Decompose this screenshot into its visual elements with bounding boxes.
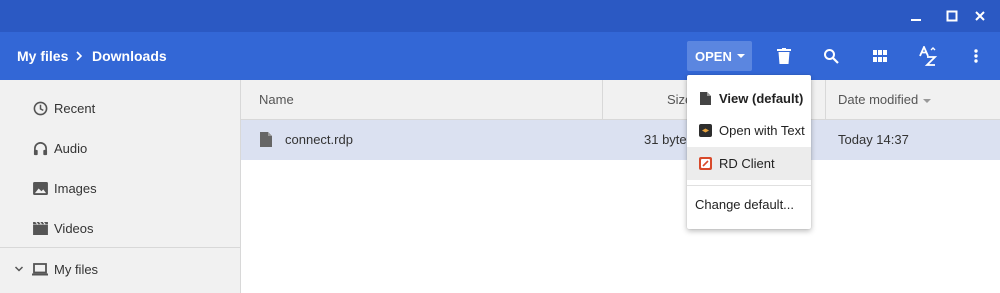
file-size: 31 bytes <box>644 132 694 147</box>
file-list: Name Size Date modified connect.rdp 31 b… <box>241 80 1000 293</box>
file-icon <box>260 132 272 152</box>
minimize-icon <box>911 19 921 21</box>
menu-item-rd-client[interactable]: RD Client <box>687 147 811 180</box>
sort-button[interactable] <box>916 44 940 68</box>
open-with-menu: View (default) Open with Text RD Client … <box>687 75 811 229</box>
sidebar-item-label: Audio <box>54 140 88 156</box>
column-divider[interactable] <box>602 80 603 120</box>
menu-item-change-default[interactable]: Change default... <box>687 188 811 221</box>
sort-az-icon <box>919 46 938 66</box>
menu-item-label: Open with Text <box>719 123 805 138</box>
breadcrumb-my-files[interactable]: My files <box>17 32 68 80</box>
sidebar-item-audio[interactable]: Audio <box>0 128 240 168</box>
delete-icon <box>777 48 791 64</box>
column-divider[interactable] <box>825 80 826 120</box>
grid-view-icon <box>873 50 887 62</box>
image-icon <box>32 180 48 196</box>
laptop-icon <box>32 261 48 277</box>
video-icon <box>32 220 48 236</box>
menu-item-label: Change default... <box>695 197 795 212</box>
minimize-button[interactable] <box>904 4 928 28</box>
menu-item-view-default[interactable]: View (default) <box>687 82 811 115</box>
open-button[interactable]: OPEN <box>687 41 752 71</box>
sidebar-item-images[interactable]: Images <box>0 168 240 208</box>
chevron-right-icon <box>76 51 83 61</box>
column-header-date[interactable]: Date modified <box>838 80 932 120</box>
sidebar-item-my-files[interactable]: My files <box>0 249 240 289</box>
more-options-button[interactable] <box>964 44 988 68</box>
menu-item-open-with-text[interactable]: Open with Text <box>687 114 811 147</box>
sidebar-item-recent[interactable]: Recent <box>0 88 240 128</box>
file-date: Today 14:37 <box>838 132 909 147</box>
sidebar-item-label: Videos <box>54 220 94 236</box>
search-icon <box>824 49 839 64</box>
close-button[interactable] <box>968 4 992 28</box>
caret-down-icon <box>737 54 745 58</box>
delete-button[interactable] <box>772 44 796 68</box>
title-bar <box>0 0 1000 32</box>
table-row[interactable]: connect.rdp 31 bytes Today 14:37 <box>241 120 1000 160</box>
column-header-date-label: Date modified <box>838 92 919 107</box>
menu-divider <box>687 185 811 186</box>
rd-client-icon <box>699 157 712 170</box>
sidebar: Recent Audio Images Videos My files <box>0 80 241 293</box>
maximize-button[interactable] <box>940 4 964 28</box>
breadcrumb-downloads[interactable]: Downloads <box>92 32 167 80</box>
sidebar-item-label: Recent <box>54 100 96 116</box>
close-icon <box>975 11 985 21</box>
search-button[interactable] <box>819 44 843 68</box>
sort-caret-icon <box>923 98 932 103</box>
column-header-name[interactable]: Name <box>259 80 294 120</box>
column-header-row: Name Size Date modified <box>241 80 1000 120</box>
open-button-label: OPEN <box>695 48 732 64</box>
file-icon <box>699 92 712 105</box>
sidebar-item-label: Images <box>54 180 97 196</box>
sidebar-divider <box>0 247 240 248</box>
file-name: connect.rdp <box>285 132 353 147</box>
menu-item-label: RD Client <box>719 156 775 171</box>
maximize-icon <box>946 10 958 22</box>
clock-icon <box>32 100 48 116</box>
headphones-icon <box>32 140 48 156</box>
chevron-down-icon[interactable] <box>14 264 24 274</box>
grid-view-button[interactable] <box>868 44 892 68</box>
more-vert-icon <box>974 49 978 63</box>
sidebar-item-label: My files <box>54 261 99 277</box>
menu-item-label: View (default) <box>719 91 804 106</box>
text-app-icon <box>699 124 712 137</box>
toolbar: My files Downloads OPEN <box>0 32 1000 80</box>
sidebar-item-videos[interactable]: Videos <box>0 208 240 248</box>
